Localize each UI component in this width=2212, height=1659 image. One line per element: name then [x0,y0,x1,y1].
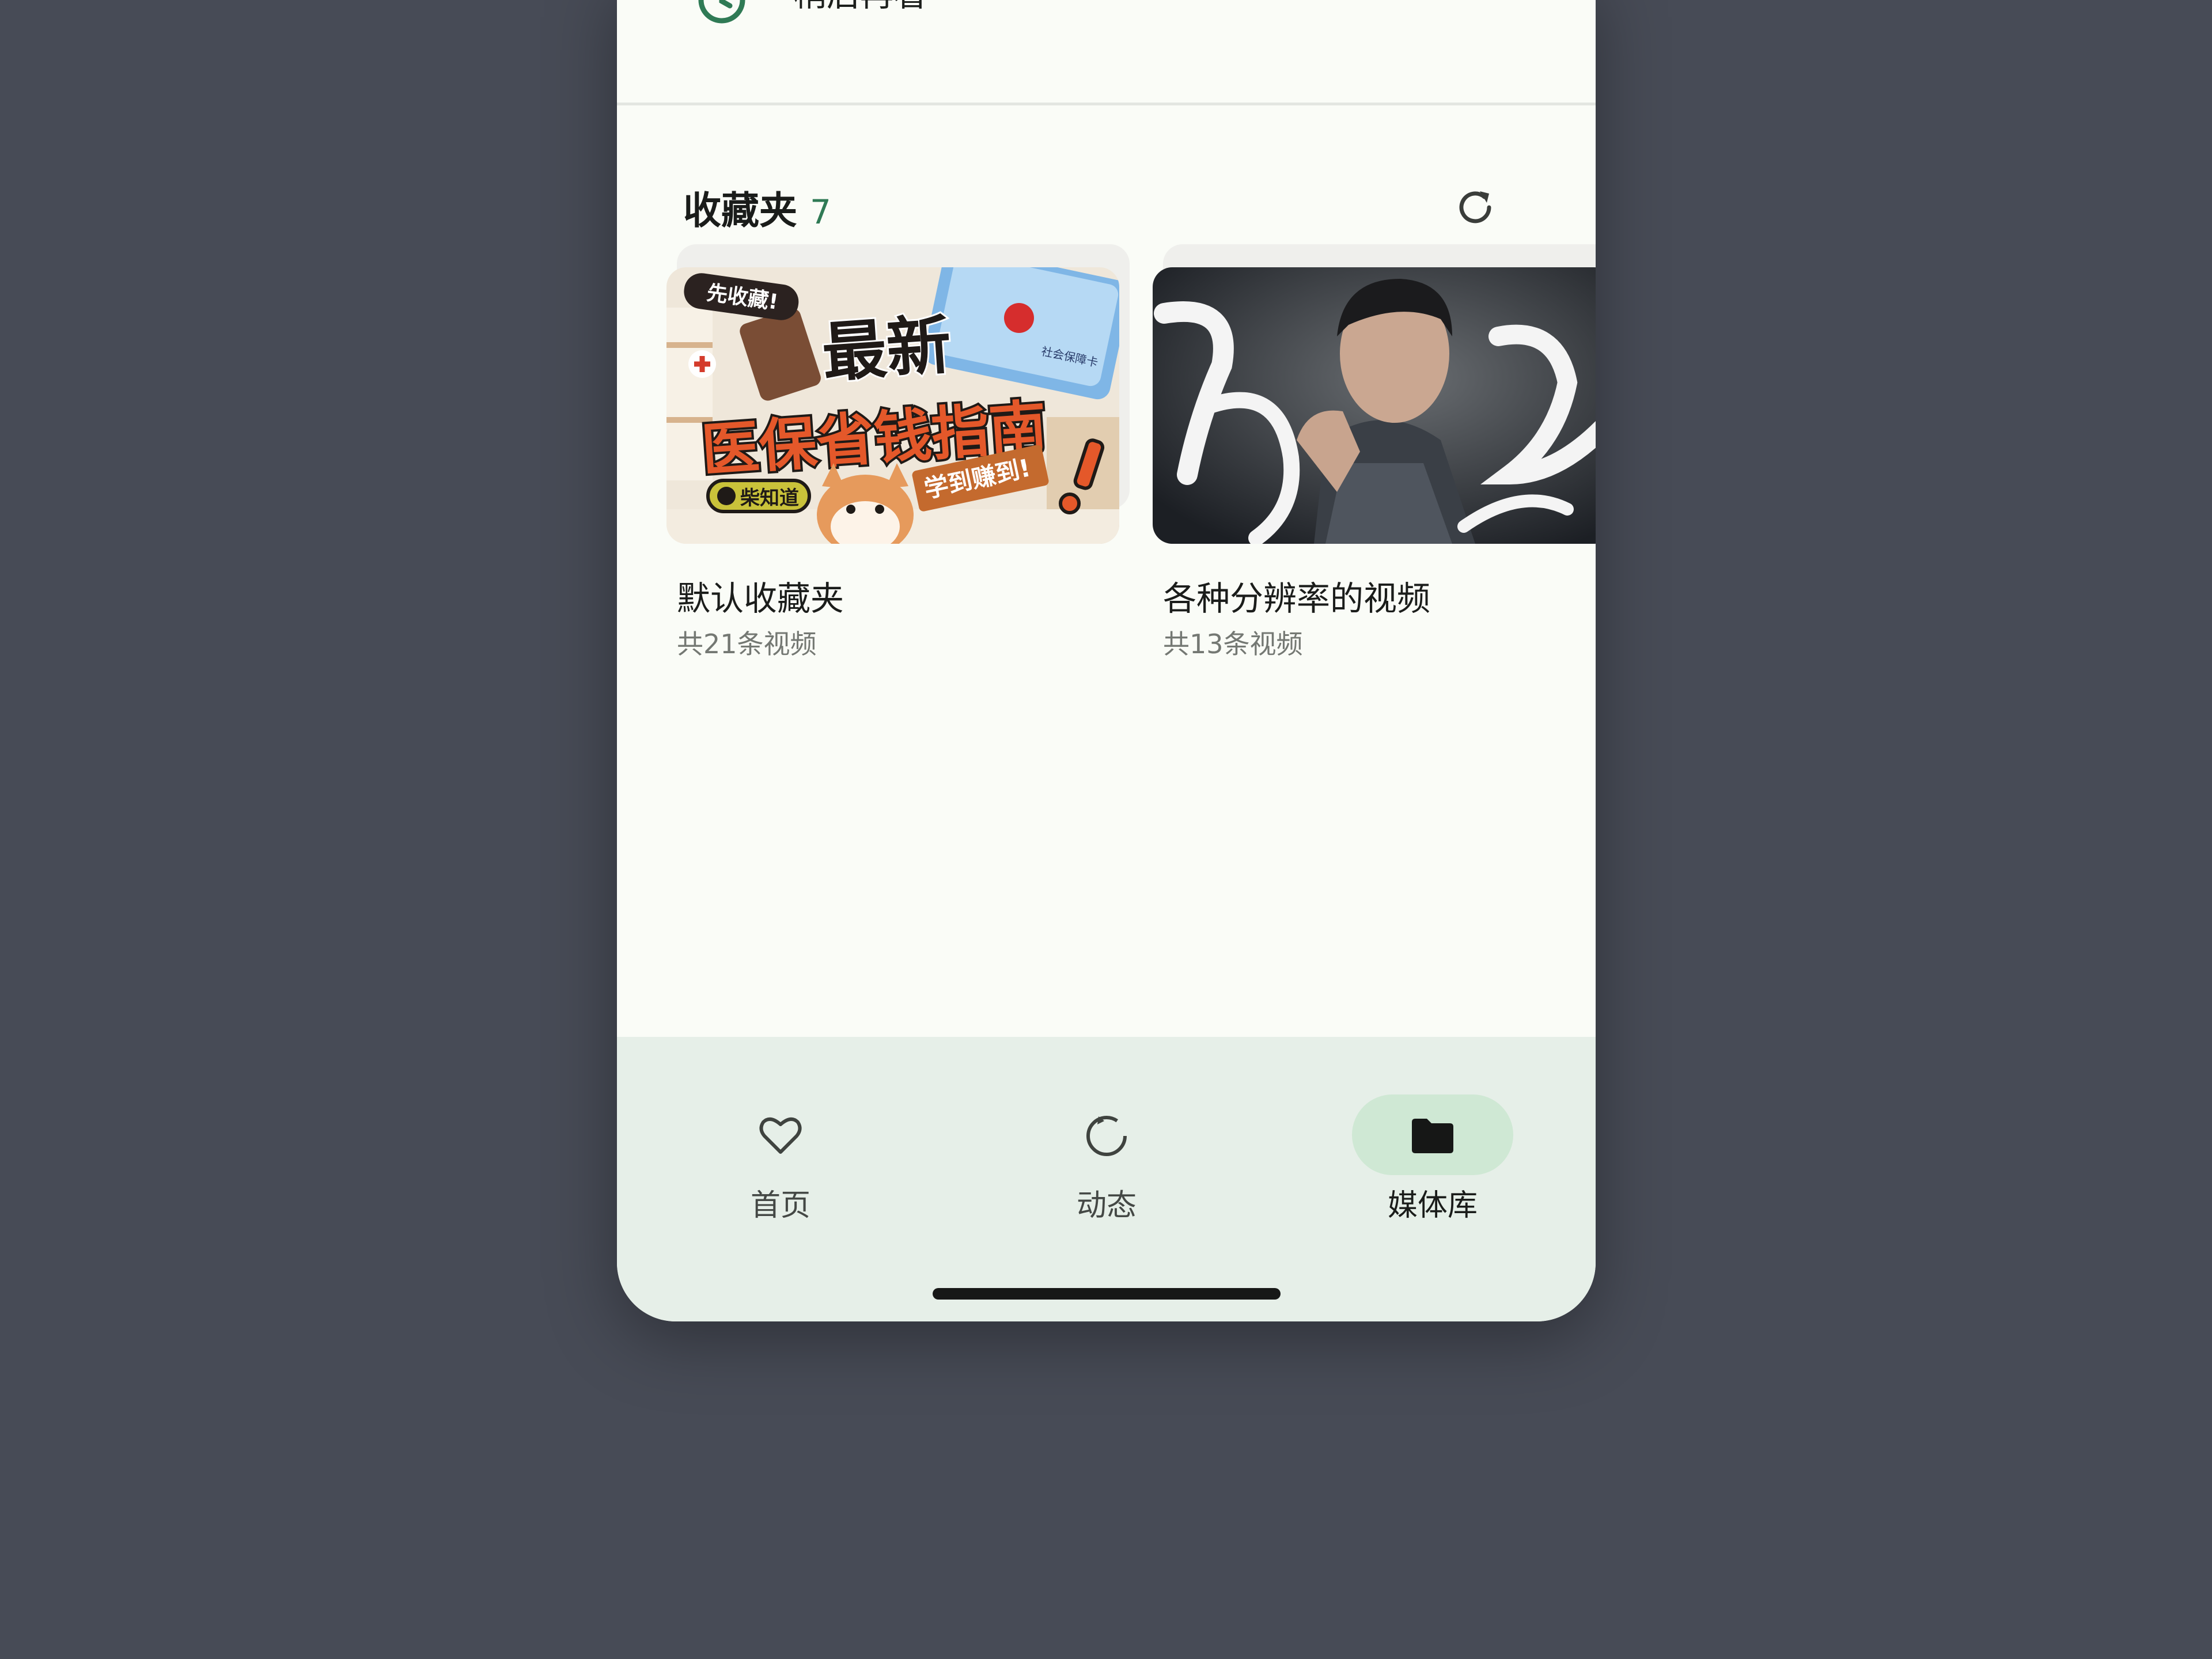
favorites-header: 收藏夹 7 [683,180,831,235]
folder-thumbnail [1153,267,1596,544]
watch-later-label: 稍后再看 [793,0,927,12]
favorites-title: 收藏夹 [683,188,797,233]
home-indicator[interactable] [933,1288,1281,1300]
nav-label-home: 首页 [750,1188,810,1223]
heart-icon [759,1117,802,1154]
nav-label-library: 媒体库 [1387,1188,1478,1223]
medical-insurance-thumbnail: 社会保障卡 先收藏! 最新 医保省钱指南 学到赚到! 柴知道 [666,267,1119,544]
folder-name: 默认收藏夹 [677,579,844,618]
nav-item-home[interactable]: 首页 [694,1083,867,1223]
nav-label-dynamics: 动态 [1076,1188,1137,1223]
nav-item-dynamics[interactable]: 动态 [1020,1083,1193,1223]
folder-card-resolutions[interactable]: 各种分辨率的视频 共13条视频 [1153,244,1596,660]
favorites-count: 7 [810,192,831,232]
svg-text:最新: 最新 [820,308,954,391]
svg-text:柴知道: 柴知道 [740,487,799,510]
folder-name: 各种分辨率的视频 [1163,579,1431,618]
drama-still-thumbnail [1153,267,1596,544]
watch-later-item[interactable]: 稍后再看 [617,0,1596,105]
folder-card-default[interactable]: 社会保障卡 先收藏! 最新 医保省钱指南 学到赚到! 柴知道 默认收藏夹 共21… [666,244,1130,660]
nav-item-library[interactable]: 媒体库 [1346,1083,1519,1223]
folder-video-count: 共13条视频 [1163,628,1303,660]
refresh-icon[interactable] [1453,185,1497,229]
folder-icon [1412,1119,1453,1153]
folder-video-count: 共21条视频 [677,628,817,660]
clock-icon [698,0,745,24]
bottom-navigation: 首页 动态 媒体库 [617,1037,1596,1321]
phone-screen: 稍后再看 收藏夹7 社会保障卡 [617,0,1596,1321]
folder-thumbnail: 社会保障卡 先收藏! 最新 医保省钱指南 学到赚到! 柴知道 [666,267,1119,544]
refresh-circle-icon [1086,1116,1127,1156]
